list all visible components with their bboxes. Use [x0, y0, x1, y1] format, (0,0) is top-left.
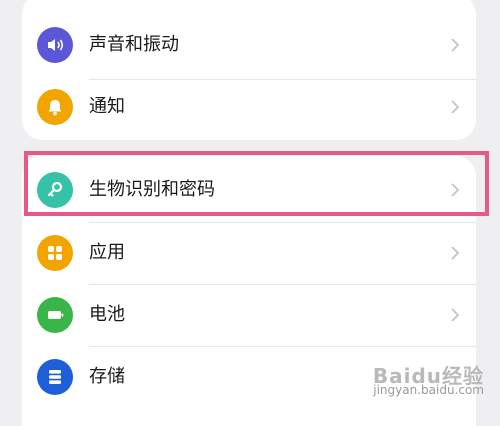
battery-icon: [37, 297, 73, 333]
highlight-box: [24, 151, 489, 216]
chevron-right-icon: [451, 38, 460, 52]
settings-item-battery[interactable]: 电池: [22, 284, 476, 346]
watermark-brand: Baidu经验: [372, 364, 484, 388]
settings-item-label: 声音和振动: [89, 34, 179, 55]
apps-grid-icon: [37, 235, 73, 271]
settings-item-label: 通知: [89, 96, 125, 117]
settings-item-label: 存储: [89, 366, 125, 387]
settings-item-label: 电池: [89, 304, 125, 325]
chevron-right-icon: [451, 308, 460, 322]
storage-icon: [37, 359, 73, 395]
bell-icon: [37, 89, 73, 125]
settings-group-1: 声音和振动 通知: [22, 0, 476, 140]
settings-item-notifications[interactable]: 通知: [22, 76, 476, 138]
chevron-right-icon: [451, 246, 460, 260]
settings-item-apps[interactable]: 应用: [22, 222, 476, 284]
watermark: Baidu经验 jingyan.baidu.com: [372, 364, 484, 397]
settings-item-label: 应用: [89, 242, 125, 263]
volume-icon: [37, 27, 73, 63]
chevron-right-icon: [451, 100, 460, 114]
watermark-url: jingyan.baidu.com: [373, 383, 484, 397]
settings-item-sound[interactable]: 声音和振动: [22, 14, 476, 76]
